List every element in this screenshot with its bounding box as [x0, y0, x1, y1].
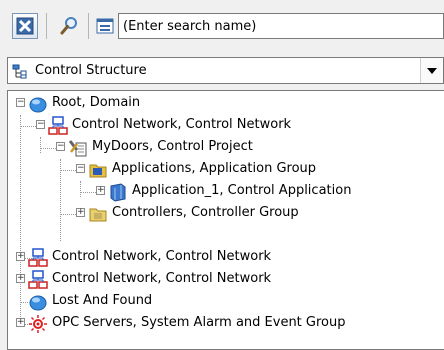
globe-icon — [29, 97, 47, 113]
chevron-down-icon — [427, 67, 437, 74]
tree-item-label: Controllers, Controller Group — [112, 205, 299, 220]
tree-item-label: Application_1, Control Application — [132, 183, 352, 198]
expand-toggle[interactable]: + — [96, 186, 105, 195]
expand-toggle[interactable]: + — [76, 208, 85, 217]
collapse-toggle[interactable]: − — [76, 164, 85, 173]
toolbar — [0, 0, 444, 46]
expand-toggle[interactable]: + — [16, 274, 25, 283]
structure-selector[interactable]: Control Structure — [7, 57, 444, 84]
tree-item[interactable]: − Root, Domain — [8, 93, 444, 115]
globe-icon — [29, 295, 47, 311]
close-icon — [16, 17, 34, 35]
network-icon — [28, 270, 48, 289]
expand-toggle[interactable]: + — [16, 252, 25, 261]
toolbar-separator — [46, 13, 47, 39]
search-input[interactable] — [118, 13, 444, 39]
tree-item[interactable]: + Controllers, Controller Group — [8, 203, 444, 225]
application-icon — [110, 183, 126, 202]
tree-connector — [80, 192, 96, 193]
tree-item[interactable]: + Application_1, Control Application — [8, 181, 444, 203]
search-icon — [60, 17, 77, 35]
view-options-button[interactable] — [94, 13, 116, 39]
tree-item[interactable]: − Control Network, Control Network — [8, 115, 444, 137]
tree-item[interactable]: Lost And Found — [8, 291, 444, 313]
tree-connector — [60, 170, 76, 171]
folder-icon — [89, 164, 107, 178]
tree-item-label: Root, Domain — [52, 95, 141, 110]
dropdown-button[interactable] — [420, 58, 443, 83]
structure-selector-value: Control Structure — [35, 63, 147, 78]
collapse-toggle[interactable]: − — [16, 98, 25, 107]
tree-item[interactable]: − MyDoors, Control Project — [8, 137, 444, 159]
tree-item[interactable]: + Control Network, Control Network — [8, 247, 444, 269]
tree-connector — [40, 148, 56, 149]
tree-item-label: Lost And Found — [52, 293, 153, 308]
tree-connector — [60, 214, 76, 215]
tree-connector — [20, 302, 28, 303]
find-button[interactable] — [56, 13, 82, 39]
structure-tree-icon — [12, 64, 27, 79]
tree-item-label: Control Network, Control Network — [72, 117, 292, 132]
tree-item[interactable]: + Control Network, Control Network — [8, 269, 444, 291]
tree-item[interactable]: + OPC Servers, System Alarm and Event Gr… — [8, 313, 444, 335]
collapse-toggle[interactable]: − — [36, 120, 45, 129]
tree-connector — [20, 126, 36, 127]
tree-item[interactable]: − Applications, Application Group — [8, 159, 444, 181]
project-tools-icon — [68, 140, 87, 157]
toolbar-separator — [88, 13, 89, 39]
network-icon — [48, 116, 68, 135]
collapse-toggle[interactable]: − — [56, 142, 65, 151]
clear-search-button[interactable] — [12, 13, 38, 39]
tree-item-label: Applications, Application Group — [112, 161, 317, 176]
alarm-icon — [29, 315, 47, 333]
tree-item-label: OPC Servers, System Alarm and Event Grou… — [52, 315, 346, 330]
network-icon — [28, 248, 48, 267]
folder-icon — [89, 208, 107, 222]
tree-item-label: Control Network, Control Network — [52, 249, 272, 264]
tree-item-label: MyDoors, Control Project — [92, 139, 253, 154]
view-options-icon — [96, 18, 114, 34]
tree-item-label: Control Network, Control Network — [52, 271, 272, 286]
expand-toggle[interactable]: + — [16, 318, 25, 327]
structure-tree[interactable]: − Root, Domain − Control Network, Contro… — [7, 90, 444, 350]
